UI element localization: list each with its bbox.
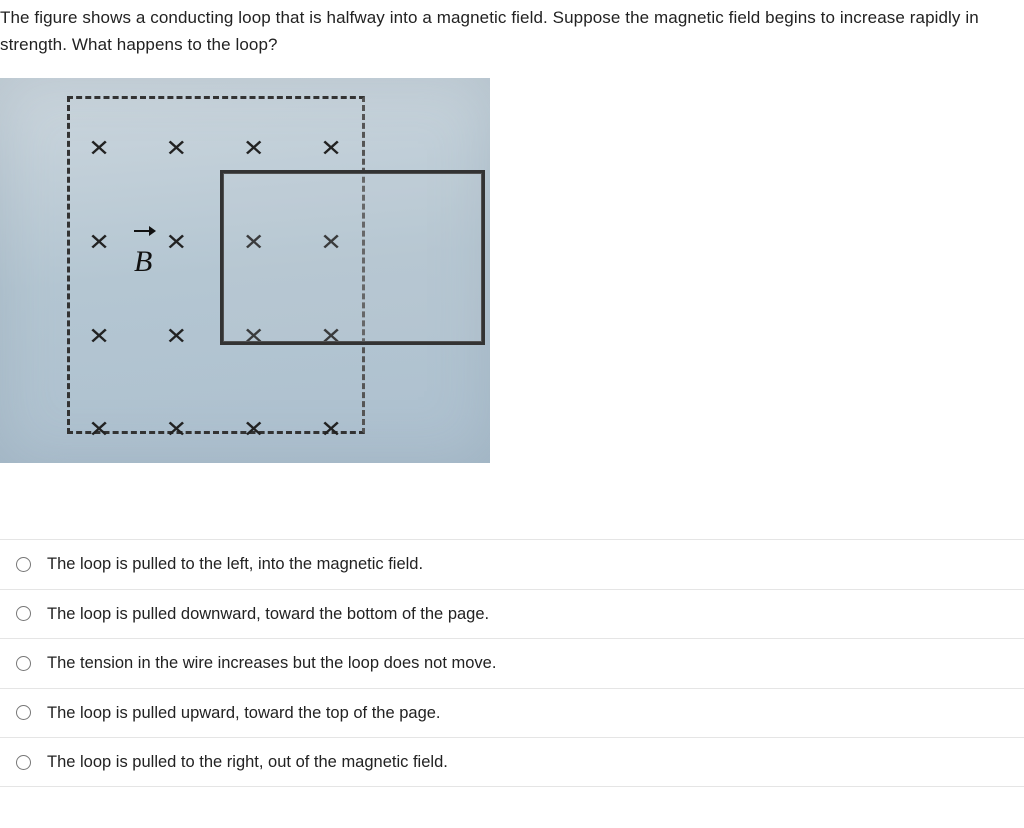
x-mark-icon: ✕ bbox=[161, 130, 191, 167]
magnetic-field-label: B bbox=[134, 238, 152, 286]
answer-text: The loop is pulled upward, toward the to… bbox=[47, 700, 441, 726]
x-mark-icon: ✕ bbox=[84, 224, 114, 261]
conducting-loop bbox=[220, 170, 485, 345]
question-text: The figure shows a conducting loop that … bbox=[0, 0, 1024, 78]
vector-arrow-icon bbox=[134, 226, 156, 236]
radio-icon[interactable] bbox=[16, 656, 31, 671]
x-mark-icon: ✕ bbox=[239, 411, 269, 448]
physics-figure: ✕ ✕ ✕ ✕ ✕ ✕ ✕ ✕ ✕ ✕ ✕ ✕ ✕ ✕ ✕ ✕ B bbox=[0, 78, 490, 463]
x-mark-icon: ✕ bbox=[84, 130, 114, 167]
x-mark-icon: ✕ bbox=[239, 130, 269, 167]
answer-text: The loop is pulled to the left, into the… bbox=[47, 551, 423, 577]
x-mark-icon: ✕ bbox=[161, 224, 191, 261]
x-mark-icon: ✕ bbox=[161, 411, 191, 448]
answer-list: The loop is pulled to the left, into the… bbox=[0, 539, 1024, 787]
x-mark-icon: ✕ bbox=[316, 130, 346, 167]
radio-icon[interactable] bbox=[16, 705, 31, 720]
answer-text: The tension in the wire increases but th… bbox=[47, 650, 496, 676]
answer-option[interactable]: The loop is pulled upward, toward the to… bbox=[0, 689, 1024, 738]
answer-option[interactable]: The loop is pulled downward, toward the … bbox=[0, 590, 1024, 639]
x-mark-icon: ✕ bbox=[316, 411, 346, 448]
radio-icon[interactable] bbox=[16, 755, 31, 770]
answer-option[interactable]: The loop is pulled to the right, out of … bbox=[0, 738, 1024, 787]
answer-option[interactable]: The loop is pulled to the left, into the… bbox=[0, 540, 1024, 589]
x-mark-icon: ✕ bbox=[84, 318, 114, 355]
radio-icon[interactable] bbox=[16, 557, 31, 572]
answer-text: The loop is pulled to the right, out of … bbox=[47, 749, 448, 775]
radio-icon[interactable] bbox=[16, 606, 31, 621]
answer-text: The loop is pulled downward, toward the … bbox=[47, 601, 489, 627]
answer-option[interactable]: The tension in the wire increases but th… bbox=[0, 639, 1024, 688]
x-mark-icon: ✕ bbox=[84, 411, 114, 448]
x-mark-icon: ✕ bbox=[161, 318, 191, 355]
